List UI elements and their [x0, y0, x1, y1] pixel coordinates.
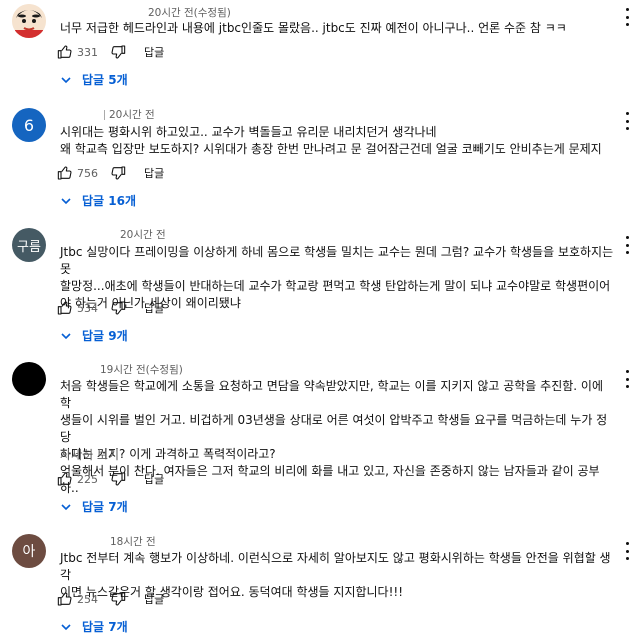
view-replies-button[interactable]: 답글 5개	[60, 71, 128, 88]
replies-label: 답글 9개	[82, 329, 128, 343]
reply-button[interactable]: 답글	[144, 591, 164, 607]
comment-text: 시위대는 평화시위 하고있고.. 교수가 벽돌들고 유리문 내리치던거 생각나네…	[60, 124, 615, 158]
thumbs-up-icon[interactable]	[55, 163, 75, 183]
chevron-down-icon	[60, 74, 72, 86]
chevron-down-icon	[60, 195, 72, 207]
more-options-icon[interactable]	[624, 542, 630, 560]
thumbs-down-icon[interactable]	[108, 163, 128, 183]
comment-time[interactable]: 20시간 전	[120, 227, 166, 242]
view-replies-button[interactable]: 답글 9개	[60, 327, 128, 344]
comment-text: 너무 저급한 헤드라인과 내용에 jtbc인줄도 몰랐음.. jtbc도 진짜 …	[60, 20, 615, 37]
comment-line: 처음 학생들은 학교에게 소통을 요청하고 면담을 약속받았지만, 학교는 이를…	[60, 379, 603, 410]
more-options-icon[interactable]	[624, 236, 630, 254]
replies-label: 답글 16개	[82, 194, 136, 208]
comment-line: Jtbc 실망이다 프레이밍을 이상하게 하네 몸으로 학생들 밀치는 교수는 …	[60, 245, 614, 276]
like-count: 225	[77, 472, 98, 486]
comment-time[interactable]: 20시간 전	[60, 107, 155, 122]
comment-line: Jtbc 전부터 계속 행보가 이상하네. 이런식으로 자세히 알아보지도 않고…	[60, 551, 611, 582]
comment-actions: 331 답글	[55, 40, 164, 64]
reply-button[interactable]: 답글	[144, 165, 164, 181]
thumbs-up-icon[interactable]	[55, 469, 75, 489]
replies-label: 답글 7개	[82, 500, 128, 514]
comment-line: 할망정...애초에 학생들이 반대하는데 교수가 학교랑 편먹고 학생 탄압하는…	[60, 279, 611, 293]
author-separator	[104, 110, 105, 120]
thumbs-up-icon[interactable]	[55, 298, 75, 318]
avatar[interactable]	[12, 362, 46, 396]
view-replies-button[interactable]: 답글 16개	[60, 192, 136, 209]
thumbs-up-icon[interactable]	[55, 589, 75, 609]
reply-button[interactable]: 답글	[144, 300, 164, 316]
chevron-down-icon	[60, 330, 72, 342]
comment-line: 생들이 시위를 벌인 거고. 비겁하게 03년생을 상대로 어른 여섯이 압박주…	[60, 413, 608, 444]
like-count: 534	[77, 301, 98, 315]
avatar[interactable]: 구름	[12, 228, 46, 262]
view-replies-button[interactable]: 답글 7개	[60, 498, 128, 515]
comment-line: 너무 저급한 헤드라인과 내용에 jtbc인줄도 몰랐음.. jtbc도 진짜 …	[60, 21, 567, 35]
cartoon-avatar-icon	[12, 4, 46, 38]
thumbs-up-icon[interactable]	[55, 42, 75, 62]
comment-line: 왜 학교측 입장만 보도하지? 시위대가 총장 한번 만나려고 문 걸어잠근건데…	[60, 142, 602, 156]
more-options-icon[interactable]	[624, 370, 630, 388]
thumbs-down-icon[interactable]	[108, 42, 128, 62]
avatar[interactable]: 아	[12, 534, 46, 568]
comment-time[interactable]: 19시간 전(수정됨)	[100, 362, 183, 377]
replies-label: 답글 5개	[82, 73, 128, 87]
avatar[interactable]	[12, 4, 46, 38]
comment-time[interactable]: 18시간 전	[110, 534, 156, 549]
like-count: 756	[77, 166, 98, 180]
comment-line: 시위대는 평화시위 하고있고.. 교수가 벽돌들고 유리문 내리치던거 생각나네	[60, 125, 437, 139]
avatar[interactable]: 6	[12, 108, 46, 142]
comment-line: 하다는 거지? 이게 과격하고 폭력적이라고?	[60, 447, 276, 461]
read-more-button[interactable]: 자세히 보기	[60, 446, 119, 463]
like-count: 254	[77, 592, 98, 606]
comment-actions: 254 답글	[55, 587, 164, 611]
comment-actions: 534 답글	[55, 296, 164, 320]
replies-label: 답글 7개	[82, 620, 128, 634]
thumbs-down-icon[interactable]	[108, 589, 128, 609]
chevron-down-icon	[60, 501, 72, 513]
view-replies-button[interactable]: 답글 7개	[60, 618, 128, 635]
reply-button[interactable]: 답글	[144, 471, 164, 487]
more-options-icon[interactable]	[624, 112, 630, 130]
thumbs-down-icon[interactable]	[108, 298, 128, 318]
thumbs-down-icon[interactable]	[108, 469, 128, 489]
chevron-down-icon	[60, 621, 72, 633]
comment-time[interactable]: 20시간 전(수정됨)	[148, 5, 231, 20]
comment-actions: 225 답글	[55, 467, 164, 491]
more-options-icon[interactable]	[624, 8, 630, 26]
comment-actions: 756 답글	[55, 161, 164, 185]
reply-button[interactable]: 답글	[144, 44, 164, 60]
like-count: 331	[77, 45, 98, 59]
